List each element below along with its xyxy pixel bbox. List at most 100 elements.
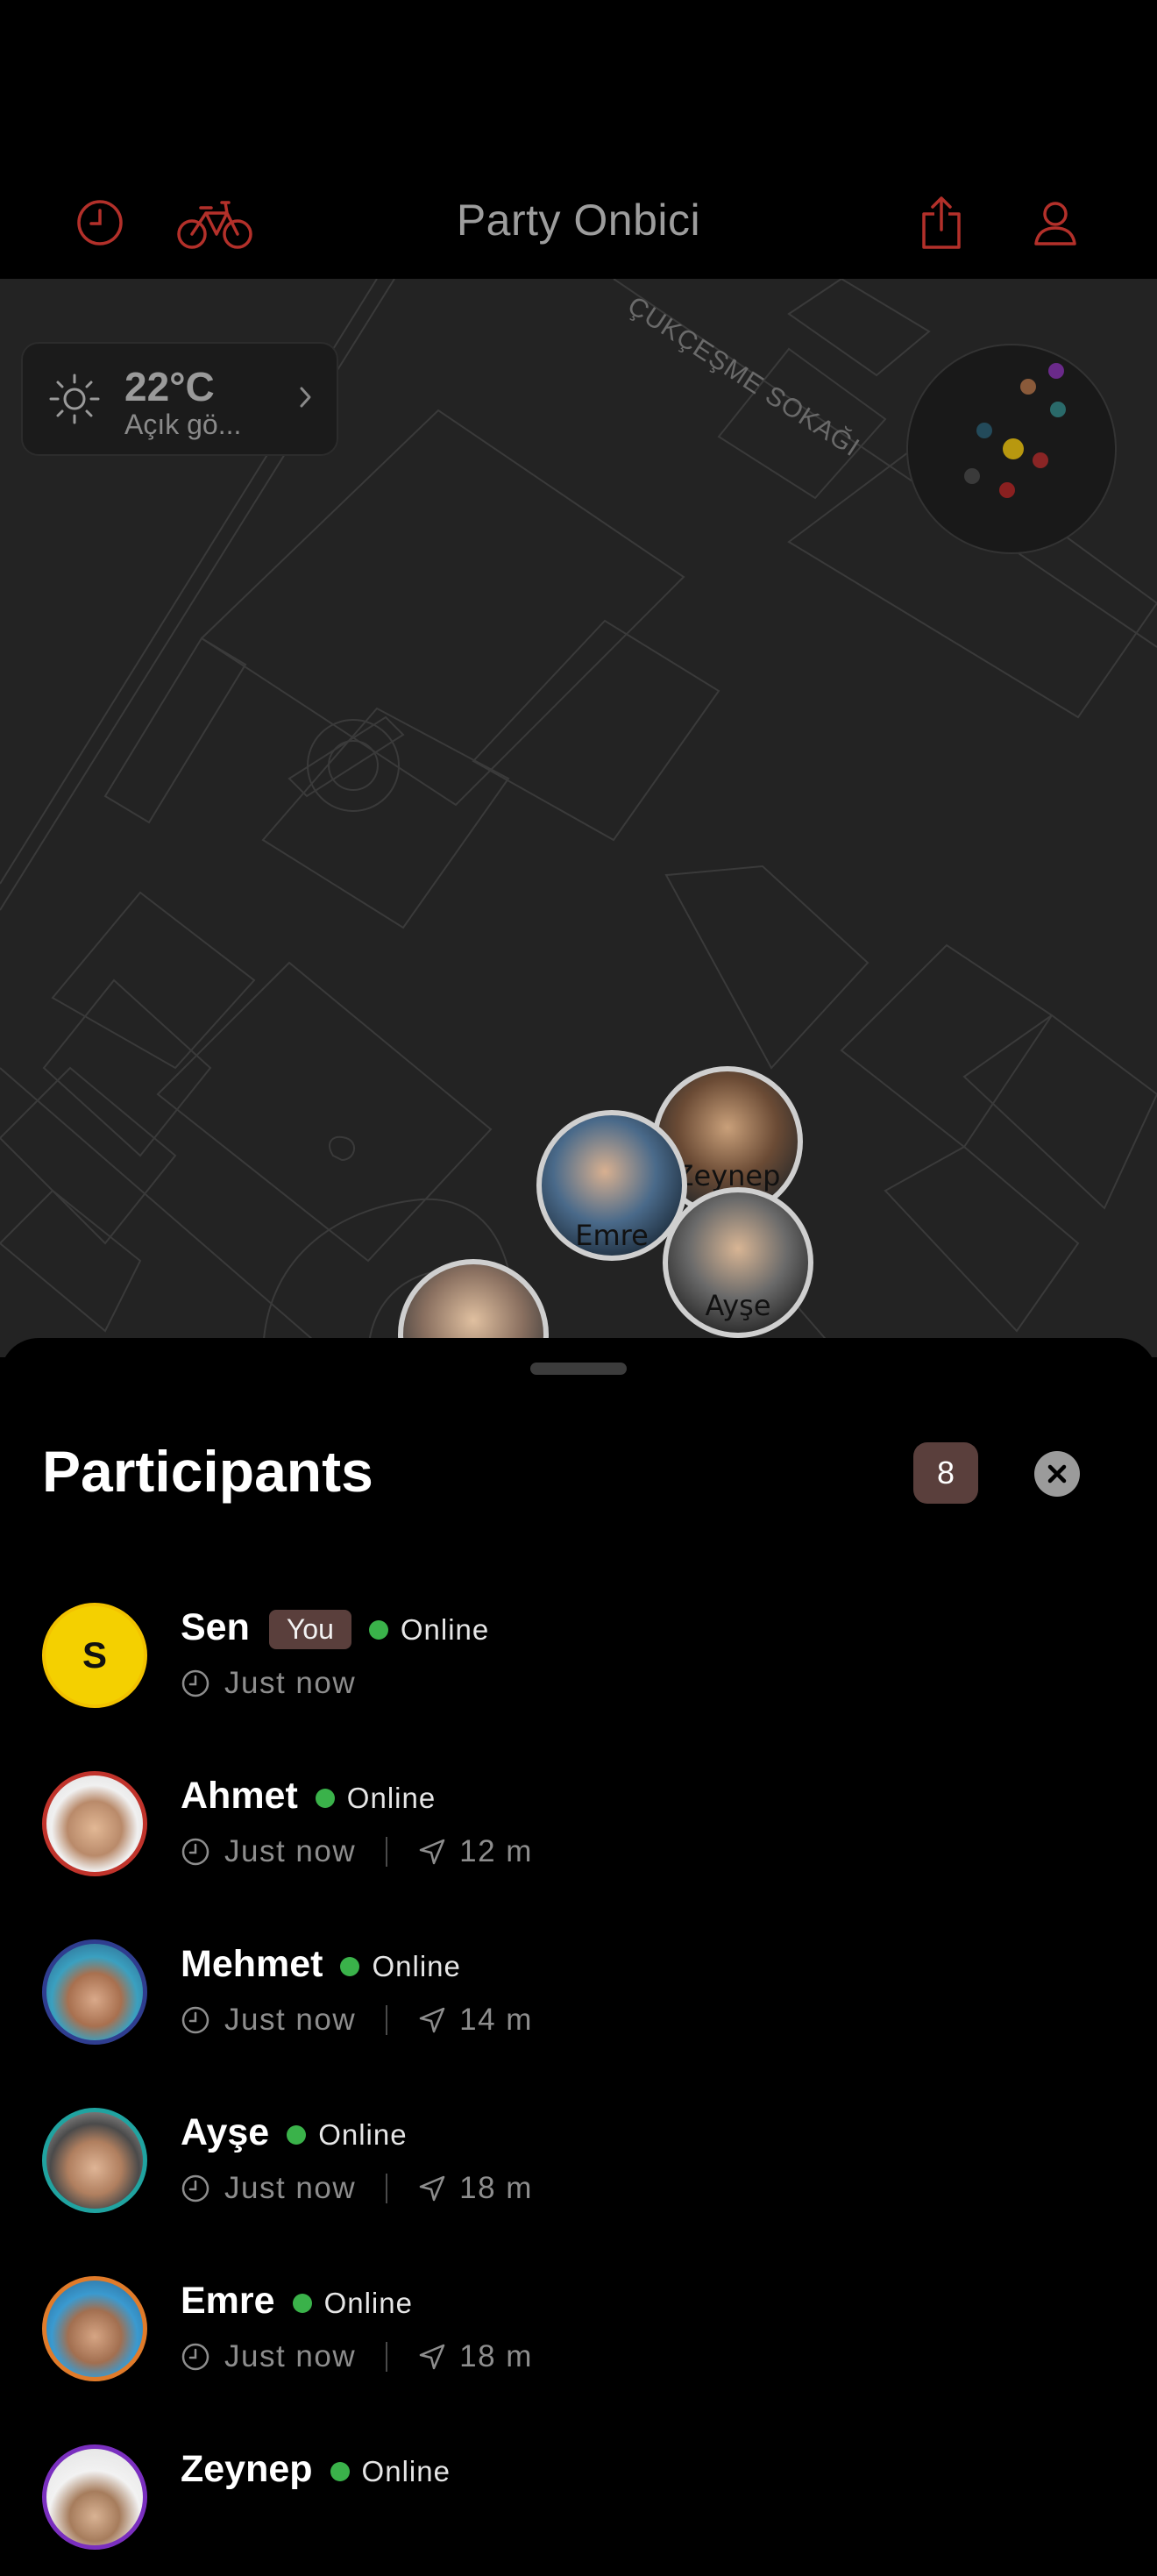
distance: 14 m: [459, 2003, 533, 2037]
distance: 18 m: [459, 2171, 533, 2205]
participant-name: Emre: [181, 2280, 275, 2322]
status-indicator: Online: [287, 2118, 407, 2152]
last-seen: Just now: [224, 1666, 357, 1700]
participant-meta: Just now: [181, 1666, 356, 1701]
online-dot: [340, 1956, 360, 1976]
participant-name-row: Zeynep Online: [181, 2448, 451, 2491]
participant-row[interactable]: Mehmet Online Just now 14 m: [0, 1939, 1157, 2071]
weather-widget[interactable]: 22°C Açık gö...: [21, 342, 338, 456]
participant-row[interactable]: Emre Online Just now 18 m: [0, 2276, 1157, 2408]
participant-meta: Just now 18 m: [181, 2339, 533, 2374]
online-dot: [287, 2124, 307, 2145]
status-text: Online: [318, 2117, 408, 2151]
avatar: [42, 2276, 147, 2381]
you-badge: You: [268, 1610, 351, 1650]
location-arrow-icon: [419, 2007, 445, 2033]
participant-name: Zeynep: [181, 2448, 313, 2490]
status-indicator: Online: [315, 1781, 437, 1815]
distance: 18 m: [459, 2339, 533, 2373]
radar-dot: [964, 468, 980, 484]
avatar: [42, 2444, 147, 2550]
status-indicator: Online: [368, 1612, 490, 1647]
participant-name-row: Emre Online: [181, 2280, 413, 2323]
divider: [386, 2174, 388, 2203]
chevron-right-icon: [296, 382, 316, 416]
participant-name-row: Ahmet Online: [181, 1775, 436, 1818]
status-text: Online: [372, 1949, 461, 1982]
radar-dot: [1048, 363, 1064, 379]
avatar: S: [42, 1603, 147, 1708]
map-pin-ayse[interactable]: Ayşe: [663, 1187, 813, 1338]
radar-dot: [1050, 402, 1066, 417]
profile-icon[interactable]: [1026, 193, 1085, 253]
last-seen: Just now: [224, 2339, 357, 2373]
online-dot: [292, 2293, 312, 2313]
last-seen: Just now: [224, 2003, 357, 2037]
map-pin-label: Ayşe: [705, 1289, 771, 1322]
online-dot: [330, 2461, 350, 2481]
divider: [386, 2342, 388, 2372]
location-arrow-icon: [419, 2175, 445, 2202]
status-text: Online: [346, 1781, 437, 1814]
participant-row[interactable]: Zeynep Online: [0, 2444, 1157, 2576]
participant-name: Ayşe: [181, 2111, 270, 2153]
map-pin-emre[interactable]: Emre: [536, 1110, 687, 1261]
online-dot: [368, 1619, 388, 1640]
participant-meta: Just now 14 m: [181, 2003, 533, 2038]
status-indicator: Online: [330, 2455, 451, 2488]
status-indicator: Online: [292, 2286, 413, 2320]
sun-icon: [47, 372, 102, 431]
participant-count-badge: 8: [913, 1442, 978, 1504]
participant-meta: Just now 18 m: [181, 2171, 533, 2206]
participant-name-row: Sen You Online: [181, 1606, 490, 1650]
clock-icon: [181, 1669, 209, 1697]
radar-self-dot: [1003, 438, 1024, 459]
avatar-initial: S: [82, 1634, 107, 1676]
radar-dot: [1020, 379, 1036, 395]
close-button[interactable]: [1034, 1451, 1080, 1497]
participants-sheet: Participants 8 S Sen You Online Just now A…: [0, 1338, 1157, 2550]
clock-icon: [181, 2343, 209, 2371]
location-arrow-icon: [419, 1839, 445, 1865]
sheet-drag-handle[interactable]: [530, 1363, 627, 1375]
participants-radar[interactable]: [906, 344, 1117, 554]
sheet-title: Participants: [42, 1439, 373, 1504]
distance: 12 m: [459, 1834, 533, 1868]
status-text: Online: [361, 2454, 451, 2487]
clock-icon: [181, 2006, 209, 2034]
participant-name: Sen: [181, 1606, 250, 1648]
participant-name-row: Mehmet Online: [181, 1943, 461, 1986]
avatar: [42, 1939, 147, 2045]
participant-row[interactable]: Ahmet Online Just now 12 m: [0, 1771, 1157, 1903]
status-indicator: Online: [340, 1950, 460, 1983]
clock-icon: [181, 1838, 209, 1866]
map-view[interactable]: ÇUKÇEŞME SOKAĞI 22°C Açık gö... Zeynep E…: [0, 279, 1157, 1357]
participant-name: Ahmet: [181, 1775, 298, 1817]
participant-meta: Just now 12 m: [181, 1834, 533, 1869]
radar-dot: [976, 423, 992, 438]
divider: [386, 2005, 388, 2035]
status-text: Online: [323, 2286, 413, 2319]
last-seen: Just now: [224, 1834, 357, 1868]
divider: [386, 1837, 388, 1867]
online-dot: [315, 1788, 335, 1808]
close-icon: [1047, 1464, 1067, 1484]
app-header: Party Onbici: [0, 0, 1157, 279]
participant-name: Mehmet: [181, 1943, 323, 1985]
clock-icon: [181, 2174, 209, 2202]
radar-dot: [1033, 452, 1048, 468]
share-icon[interactable]: [912, 193, 971, 253]
weather-description: Açık gö...: [124, 409, 242, 440]
location-arrow-icon: [419, 2344, 445, 2370]
weather-temperature: 22°C: [124, 364, 215, 409]
avatar: [42, 2108, 147, 2213]
avatar: [42, 1771, 147, 1876]
last-seen: Just now: [224, 2171, 357, 2205]
participant-row[interactable]: Ayşe Online Just now 18 m: [0, 2108, 1157, 2239]
participant-row[interactable]: S Sen You Online Just now: [0, 1603, 1157, 1734]
map-pin-label: Emre: [575, 1219, 649, 1252]
status-text: Online: [400, 1612, 490, 1646]
radar-dot: [999, 482, 1015, 498]
page-title: Party Onbici: [456, 196, 701, 245]
participant-name-row: Ayşe Online: [181, 2111, 408, 2154]
